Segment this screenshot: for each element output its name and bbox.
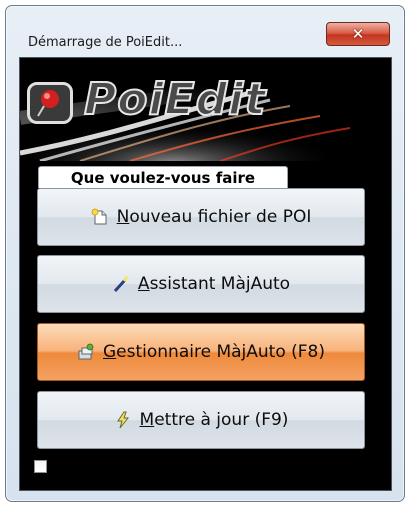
update-bolt-icon	[114, 411, 132, 429]
dialog-window: Démarrage de PoiEdit... ✕ PoiEdit Que vo…	[5, 5, 405, 502]
magic-wand-icon	[112, 275, 130, 293]
update-now-button[interactable]: Mettre à jour (F9)	[37, 391, 365, 449]
update-now-label: Mettre à jour (F9)	[139, 410, 289, 430]
auto-update-manager-label: Gestionnaire MàjAuto (F8)	[102, 342, 325, 362]
auto-update-wizard-button[interactable]: Assistant MàjAuto	[37, 255, 365, 313]
panel-heading-tab: Que voulez-vous faire	[38, 166, 288, 188]
new-poi-file-label: Nouveau fichier de POI	[116, 207, 312, 227]
close-icon: ✕	[351, 25, 365, 43]
title-bar[interactable]: Démarrage de PoiEdit... ✕	[6, 6, 404, 52]
auto-update-manager-button[interactable]: Gestionnaire MàjAuto (F8)	[37, 323, 365, 381]
option-checkbox[interactable]	[34, 460, 47, 473]
dialog-content: PoiEdit Que voulez-vous faire Nouveau fi…	[19, 57, 392, 491]
action-panel: Que voulez-vous faire Nouveau fichier de…	[30, 166, 383, 482]
close-button[interactable]: ✕	[326, 22, 390, 46]
red-pushpin-icon	[27, 82, 73, 124]
manager-icon	[77, 343, 95, 361]
window-title: Démarrage de PoiEdit...	[28, 35, 183, 50]
app-name: PoiEdit	[83, 73, 267, 126]
auto-update-wizard-label: Assistant MàjAuto	[137, 274, 291, 294]
new-poi-file-button[interactable]: Nouveau fichier de POI	[37, 188, 365, 246]
new-file-icon	[91, 208, 109, 226]
app-banner: PoiEdit	[20, 58, 391, 161]
panel-heading: Que voulez-vous faire	[70, 168, 256, 187]
action-list: Nouveau fichier de POI Assistant MàjAuto	[30, 186, 383, 482]
